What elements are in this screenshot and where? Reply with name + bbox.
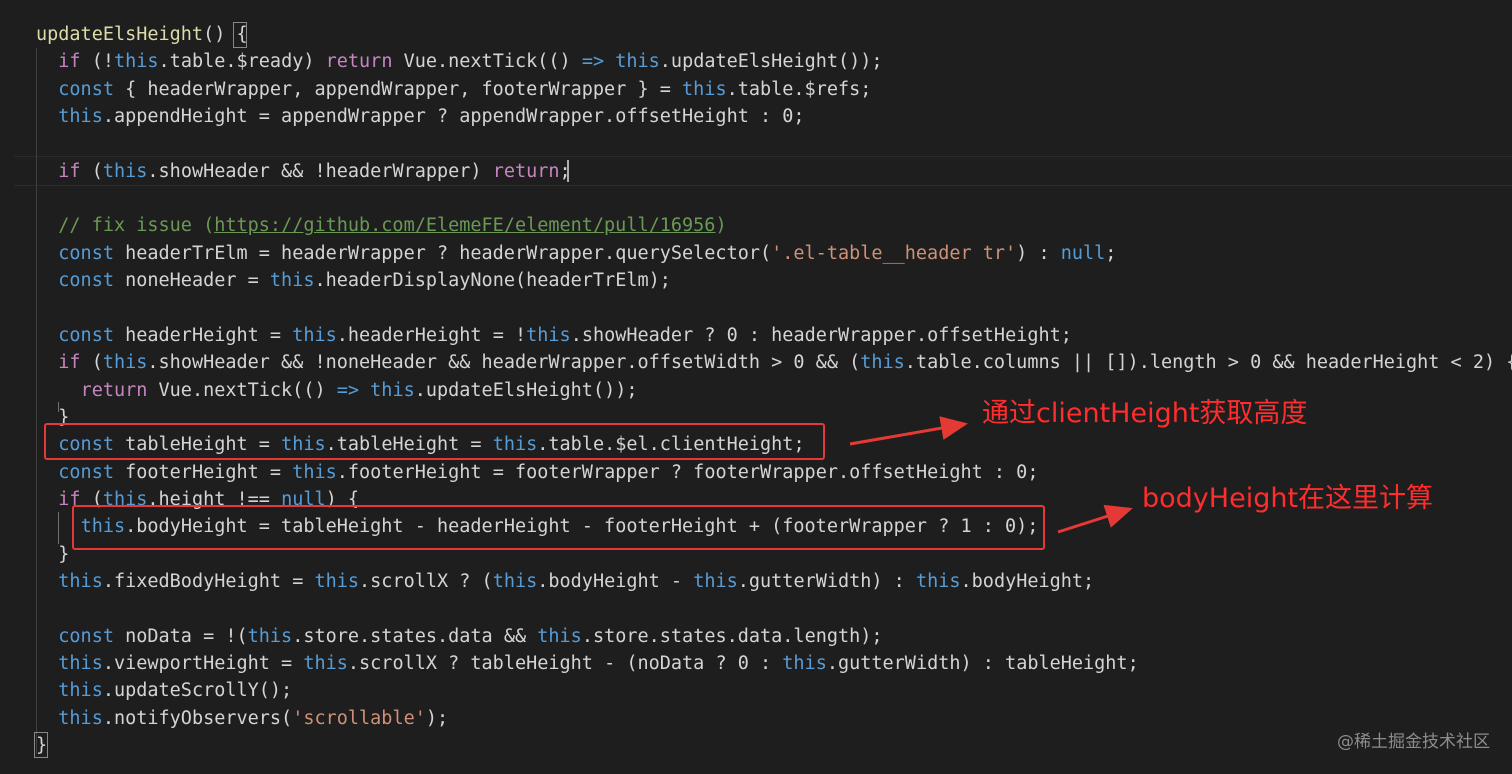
watermark: @稀土掘金技术社区 (1337, 732, 1490, 752)
annotation-client-height: 通过clientHeight获取高度 (982, 398, 1308, 429)
arrow-to-client-height (849, 416, 968, 446)
annotation-arrows (849, 416, 1133, 534)
annotation-body-height: bodyHeight在这里计算 (1142, 483, 1434, 514)
arrow-to-body-height (1057, 504, 1133, 534)
